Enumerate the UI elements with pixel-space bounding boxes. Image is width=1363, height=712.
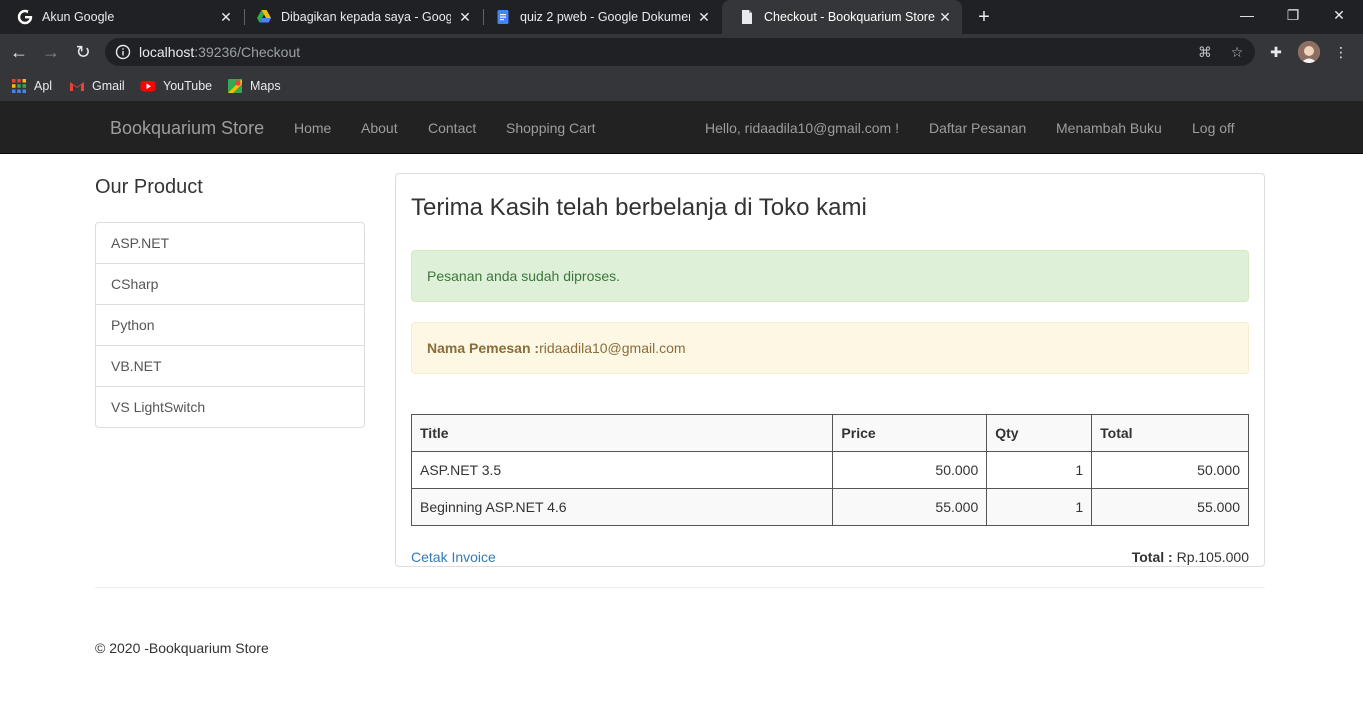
bookmark-label: YouTube [163,79,213,93]
category-item-python[interactable]: Python [96,305,364,346]
column-header-price: Price [832,414,988,452]
column-header-title: Title [410,414,834,452]
nav-home[interactable]: Home [294,102,331,154]
cell-price: 50.000 [832,451,988,489]
total-value: Rp.105.000 [1176,549,1249,565]
cell-title: ASP.NET 3.5 [410,451,834,489]
url-path: :39236/Checkout [194,44,301,60]
print-invoice-link[interactable]: Cetak Invoice [411,549,496,565]
cell-total: 50.000 [1091,451,1249,489]
product-category-list: ASP.NET CSharp Python VB.NET VS LightSwi… [95,222,365,428]
tab-title: quiz 2 pweb - Google Dokumen [520,10,690,24]
url-text: localhost:39236/Checkout [139,38,300,66]
gmail-icon [70,82,84,91]
tab-checkout-active[interactable]: Checkout - Bookquarium Store ✕ [722,0,962,34]
grand-total: Total : Rp.105.000 [1132,549,1249,565]
site-navbar: Bookquarium Store Home About Contact Sho… [0,102,1363,154]
google-icon [17,9,33,25]
table-row: Beginning ASP.NET 4.6 55.000 1 55.000 [410,488,1249,526]
address-bar[interactable]: localhost:39236/Checkout ⌘ ☆ [105,38,1255,66]
category-item-vs-lightswitch[interactable]: VS LightSwitch [96,387,364,427]
checkout-heading: Terima Kasih telah berbelanja di Toko ka… [411,194,867,221]
column-header-total: Total [1091,414,1249,452]
tab-docs[interactable]: quiz 2 pweb - Google Dokumen ✕ [478,0,721,34]
maps-icon [228,79,242,93]
success-alert: Pesanan anda sudah diproses. [411,250,1249,302]
nav-menambah-buku[interactable]: Menambah Buku [1056,102,1162,154]
tab-drive[interactable]: Dibagikan kepada saya - Google ✕ [239,0,482,34]
youtube-icon [140,81,156,92]
bookmark-label: Maps [250,79,281,93]
minimize-icon[interactable]: — [1224,0,1270,30]
bookmark-maps[interactable]: Maps [227,76,281,96]
table-row: ASP.NET 3.5 50.000 1 50.000 [410,451,1249,489]
browser-toolbar: ← → ↻ localhost:39236/Checkout ⌘ ☆ ✚ ⋮ [0,34,1363,70]
close-window-icon[interactable]: ✕ [1316,0,1362,30]
nav-log-off[interactable]: Log off [1192,102,1235,154]
google-docs-icon [497,10,509,24]
bookmark-apps[interactable]: Apl [11,76,52,96]
profile-picture-icon [1298,41,1320,63]
cell-total: 55.000 [1091,488,1249,526]
total-label: Total : [1131,549,1173,565]
orderer-alert: Nama Pemesan :ridaadila10@gmail.com [411,322,1249,374]
page-icon [742,10,752,24]
nav-hello-user[interactable]: Hello, ridaadila10@gmail.com ! [705,102,899,154]
close-tab-icon[interactable]: ✕ [218,9,234,25]
close-tab-icon[interactable]: ✕ [696,9,712,25]
nav-about[interactable]: About [361,102,398,154]
bookmark-youtube[interactable]: YouTube [140,76,212,96]
tab-title: Checkout - Bookquarium Store [764,10,935,24]
nav-shopping-cart[interactable]: Shopping Cart [506,102,596,154]
sidebar-title: Our Product [95,176,203,198]
reload-icon[interactable]: ↻ [69,38,97,66]
order-table: Title Price Qty Total ASP.NET 3.5 50.000… [410,414,1249,526]
tab-title: Akun Google [42,10,115,24]
cell-qty: 1 [986,451,1093,489]
translate-icon[interactable]: ⌘ [1197,44,1213,60]
footer-copyright: © 2020 -Bookquarium Store [95,640,269,656]
url-host: localhost [139,44,195,60]
cell-title: Beginning ASP.NET 4.6 [410,488,834,526]
bookmark-gmail[interactable]: Gmail [69,76,125,96]
table-header-row: Title Price Qty Total [410,414,1249,452]
back-arrow-icon[interactable]: ← [5,38,33,66]
category-item-aspnet[interactable]: ASP.NET [96,223,364,264]
footer-divider [95,587,1265,588]
nav-contact[interactable]: Contact [428,102,476,154]
orderer-label: Nama Pemesan : [427,340,540,356]
tab-title: Dibagikan kepada saya - Google [281,10,451,24]
google-drive-icon [257,10,271,23]
category-item-csharp[interactable]: CSharp [96,264,364,305]
apps-grid-icon [12,79,26,93]
profile-avatar[interactable] [1298,41,1320,63]
tab-akun-google[interactable]: Akun Google ✕ [0,0,243,34]
forward-arrow-icon[interactable]: → [37,38,65,66]
column-header-qty: Qty [986,414,1093,452]
checkout-panel: Terima Kasih telah berbelanja di Toko ka… [395,173,1265,567]
bookmark-star-icon[interactable]: ☆ [1229,44,1245,60]
bookmark-label: Gmail [92,79,125,93]
bookmark-label: Apl [34,79,53,93]
restore-icon[interactable]: ❐ [1270,0,1316,30]
bookmarks-bar: Apl Gmail YouTube Maps [0,70,1363,102]
info-icon[interactable] [115,44,131,60]
cell-price: 55.000 [832,488,988,526]
new-tab-plus-icon[interactable]: + [972,6,996,28]
menu-kebab-icon[interactable]: ⋮ [1331,42,1351,62]
tab-strip: Akun Google ✕ Dibagikan kepada saya - Go… [0,0,1363,34]
cell-qty: 1 [986,488,1093,526]
nav-daftar-pesanan[interactable]: Daftar Pesanan [929,102,1026,154]
brand-link[interactable]: Bookquarium Store [110,102,264,154]
category-item-vbnet[interactable]: VB.NET [96,346,364,387]
orderer-value: ridaadila10@gmail.com [539,340,686,356]
close-tab-icon[interactable]: ✕ [937,9,953,25]
close-tab-icon[interactable]: ✕ [457,9,473,25]
extensions-puzzle-icon[interactable]: ✚ [1266,42,1286,62]
